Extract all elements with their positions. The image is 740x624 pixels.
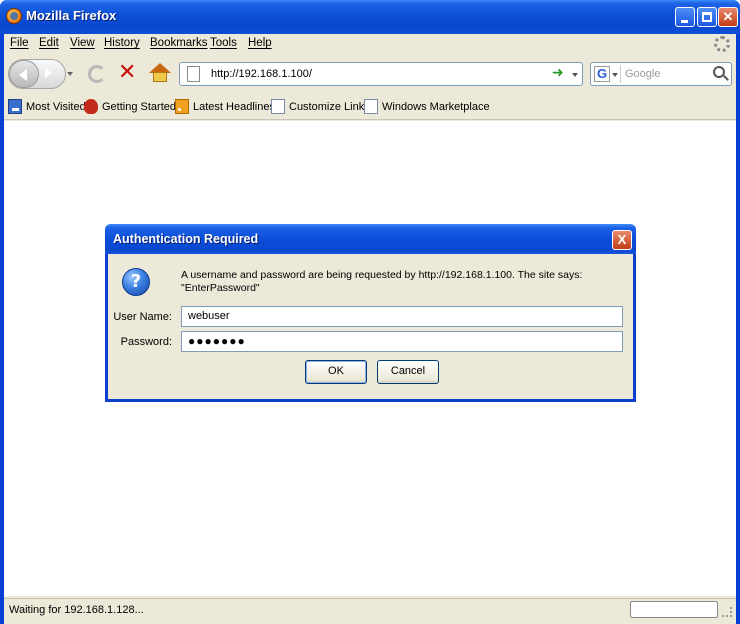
google-engine-icon[interactable]: G xyxy=(594,66,610,82)
maximize-icon xyxy=(702,12,712,22)
page-icon xyxy=(364,99,378,114)
question-icon: ? xyxy=(122,268,150,296)
menu-bookmarks[interactable]: Bookmarks xyxy=(150,37,208,49)
username-label: User Name: xyxy=(113,311,172,323)
url-bar[interactable]: http://192.168.1.100/ ➜ xyxy=(179,62,583,86)
stop-icon[interactable]: ✕ xyxy=(118,62,136,84)
maximize-button[interactable] xyxy=(697,7,717,27)
window-close-button[interactable]: ✕ xyxy=(718,7,738,27)
menu-tools[interactable]: Tools xyxy=(210,37,237,49)
firefox-logo-icon xyxy=(6,8,22,24)
resize-grip-icon[interactable] xyxy=(722,607,732,617)
status-bar: Waiting for 192.168.1.128... xyxy=(4,598,736,620)
dialog-title-bar[interactable]: Authentication Required X xyxy=(105,224,636,254)
search-box[interactable]: G Google xyxy=(590,62,732,86)
username-field[interactable]: webuser xyxy=(181,306,623,327)
title-bar[interactable]: Mozilla Firefox ✕ xyxy=(0,0,740,34)
url-dropdown-icon[interactable] xyxy=(572,73,578,77)
forward-button[interactable] xyxy=(40,65,58,83)
status-text: Waiting for 192.168.1.128... xyxy=(9,604,144,616)
bookmarks-toolbar: Most Visited Getting Started Latest Head… xyxy=(4,94,736,120)
search-icon[interactable] xyxy=(713,66,725,78)
cancel-button[interactable]: Cancel xyxy=(377,360,439,384)
browser-window: Mozilla Firefox ✕ File Edit View History… xyxy=(0,0,740,624)
menu-view[interactable]: View xyxy=(70,37,95,49)
dialog-message: A username and password are being reques… xyxy=(181,269,583,294)
throbber-icon xyxy=(714,36,730,52)
engine-dropdown-icon[interactable] xyxy=(612,73,618,77)
menu-bar: File Edit View History Bookmarks Tools H… xyxy=(4,34,736,54)
password-field[interactable]: ●●●●●●● xyxy=(181,331,623,352)
minimize-button[interactable] xyxy=(675,7,695,27)
home-icon[interactable] xyxy=(149,63,171,83)
reload-icon[interactable] xyxy=(88,65,106,83)
dialog-title: Authentication Required xyxy=(113,232,259,246)
most-visited-icon xyxy=(8,99,22,114)
ok-button[interactable]: OK xyxy=(305,360,367,384)
url-text[interactable]: http://192.168.1.100/ xyxy=(211,68,312,80)
window-title: Mozilla Firefox xyxy=(26,8,117,23)
search-separator xyxy=(620,65,621,83)
history-dropdown-icon[interactable] xyxy=(67,72,73,76)
page-icon xyxy=(271,99,285,114)
go-arrow-icon[interactable]: ➜ xyxy=(552,65,564,81)
status-panel xyxy=(630,601,718,618)
dialog-close-button[interactable]: X xyxy=(612,230,632,250)
firefox-bookmark-icon xyxy=(84,99,98,114)
menu-help[interactable]: Help xyxy=(248,37,272,49)
back-button[interactable] xyxy=(9,60,39,88)
search-input[interactable]: Google xyxy=(625,68,660,80)
menu-file[interactable]: File xyxy=(10,37,29,49)
menu-history[interactable]: History xyxy=(104,37,140,49)
back-forward-group xyxy=(8,59,66,89)
password-label: Password: xyxy=(120,336,172,348)
auth-dialog: Authentication Required X ? A username a… xyxy=(105,224,636,402)
menu-edit[interactable]: Edit xyxy=(39,37,59,49)
minimize-icon xyxy=(681,20,688,23)
rss-icon xyxy=(175,99,189,114)
navigation-toolbar: ✕ http://192.168.1.100/ ➜ G Google xyxy=(4,55,736,93)
page-icon xyxy=(187,66,200,82)
